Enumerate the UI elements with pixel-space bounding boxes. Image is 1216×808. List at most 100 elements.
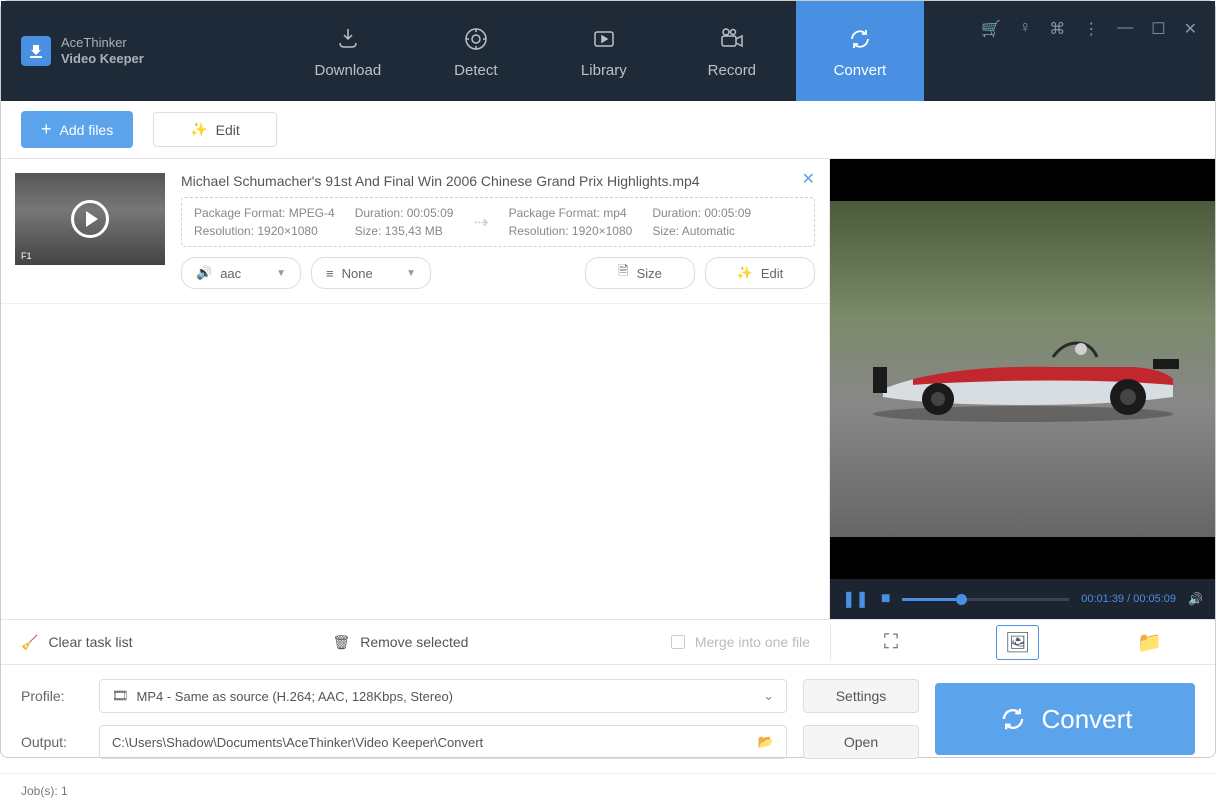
tab-library[interactable]: Library (540, 1, 668, 101)
plus-icon: + (41, 119, 52, 140)
options-row: 🔊 aac ▼ ≡ None ▼ 🗎 Size ✨ (181, 257, 815, 289)
src-resolution: Resolution: 1920×1080 (194, 224, 335, 238)
file-title: Michael Schumacher's 91st And Final Win … (181, 173, 815, 189)
close-icon[interactable]: ✕ (1184, 19, 1197, 39)
remove-item-button[interactable]: ✕ (802, 169, 815, 189)
tab-label: Convert (834, 62, 887, 79)
fullscreen-icon[interactable]: ⛶ (876, 627, 906, 658)
user-icon[interactable]: ♀ (1019, 19, 1031, 39)
snapshot-icon[interactable]: 🖼 (996, 625, 1039, 660)
tab-detect[interactable]: Detect (412, 1, 540, 101)
tab-download[interactable]: Download (284, 1, 412, 101)
subtitle-icon: ≡ (326, 266, 334, 281)
play-overlay-icon (71, 200, 109, 238)
video-preview[interactable] (830, 201, 1215, 537)
chevron-down-icon: ▼ (406, 268, 416, 279)
audio-icon: 🔊 (196, 265, 212, 281)
merge-label: Merge into one file (695, 634, 810, 650)
merge-checkbox[interactable]: Merge into one file (671, 634, 810, 650)
browse-folder-icon[interactable]: 📂 (758, 734, 774, 750)
chevron-down-icon: ⌄ (763, 688, 774, 704)
logo-block: AceThinker Video Keeper (1, 1, 164, 101)
subtitle-value: None (342, 266, 373, 281)
src-duration: Duration: 00:05:09 (355, 206, 454, 220)
preview-tools: ⛶ 🖼 📁 (830, 625, 1215, 660)
stop-button[interactable]: ■ (881, 590, 891, 608)
source-meta-2: Duration: 00:05:09 Size: 135,43 MB (355, 206, 454, 238)
size-label: Size (637, 266, 662, 281)
app-name-line2: Video Keeper (61, 51, 144, 67)
tab-record[interactable]: Record (668, 1, 796, 101)
conversion-meta: Package Format: MPEG-4 Resolution: 1920×… (181, 197, 815, 247)
record-icon (717, 24, 747, 54)
library-icon (589, 24, 619, 54)
profile-label: Profile: (21, 688, 83, 704)
subtitle-dropdown[interactable]: ≡ None ▼ (311, 257, 431, 289)
convert-label: Convert (1041, 704, 1132, 735)
profile-value: MP4 - Same as source (H.264; AAC, 128Kbp… (137, 689, 453, 704)
pause-button[interactable]: ❚❚ (842, 589, 869, 609)
dst-package: Package Format: mp4 (509, 206, 633, 220)
clear-label: Clear task list (48, 634, 132, 650)
arrow-right-icon: ⇢ (473, 212, 488, 233)
preview-panel: ❚❚ ■ 00:01:39 / 00:05:09 🔊 (830, 159, 1215, 619)
dst-size: Size: Automatic (652, 224, 751, 238)
tab-label: Library (581, 62, 627, 79)
output-path-field[interactable]: C:\Users\Shadow\Documents\AceThinker\Vid… (99, 725, 787, 759)
download-icon (333, 24, 363, 54)
wand-icon: ✨ (737, 265, 753, 281)
f1-badge: F1 (21, 251, 32, 261)
edit-button[interactable]: ✨ Edit (153, 112, 277, 147)
minimize-icon[interactable]: ― (1117, 19, 1133, 39)
more-icon[interactable]: ⋮ (1083, 19, 1099, 39)
seek-bar[interactable] (902, 598, 1069, 601)
status-bar: Job(s): 1 (1, 774, 1215, 808)
item-edit-button[interactable]: ✨ Edit (705, 257, 815, 289)
remove-label: Remove selected (360, 634, 468, 650)
add-files-button[interactable]: + Add files (21, 111, 133, 148)
size-button[interactable]: 🗎 Size (585, 257, 695, 289)
dst-duration: Duration: 00:05:09 (652, 206, 751, 220)
output-value: C:\Users\Shadow\Documents\AceThinker\Vid… (112, 735, 483, 750)
open-button[interactable]: Open (803, 725, 919, 759)
profile-dropdown[interactable]: 🎞 MP4 - Same as source (H.264; AAC, 128K… (99, 679, 787, 713)
item-edit-label: Edit (761, 266, 783, 281)
seek-knob[interactable] (956, 594, 967, 605)
file-list: ✕ F1 Michael Schumacher's 91st And Final… (1, 159, 830, 619)
maximize-icon[interactable]: ☐ (1151, 19, 1165, 39)
clear-task-list-button[interactable]: 🧹 Clear task list (21, 634, 132, 651)
playback-time: 00:01:39 / 00:05:09 (1081, 593, 1176, 605)
list-actions: 🧹 Clear task list 🗑 Remove selected Merg… (1, 634, 830, 651)
racecar-illustration (853, 309, 1193, 429)
wand-icon: ✨ (190, 121, 207, 138)
audio-codec-dropdown[interactable]: 🔊 aac ▼ (181, 257, 301, 289)
dest-meta-2: Duration: 00:05:09 Size: Automatic (652, 206, 751, 238)
window-controls: 🛒 ♀ ⌘ ⋮ ― ☐ ✕ (981, 19, 1197, 39)
tab-convert[interactable]: Convert (796, 1, 924, 101)
convert-button[interactable]: Convert (935, 683, 1195, 755)
action-toolbar: + Add files ✨ Edit (1, 101, 1215, 159)
video-thumbnail[interactable]: F1 (15, 173, 165, 265)
volume-button[interactable]: 🔊 (1188, 592, 1203, 606)
dst-resolution: Resolution: 1920×1080 (509, 224, 633, 238)
job-count: Job(s): 1 (21, 784, 68, 798)
app-title: AceThinker Video Keeper (61, 35, 144, 66)
video-format-icon: 🎞 (112, 688, 129, 704)
app-logo-icon (21, 36, 51, 66)
settings-button[interactable]: Settings (803, 679, 919, 713)
convert-icon (845, 24, 875, 54)
preview-letterbox-top (830, 159, 1215, 201)
menu-icon[interactable]: ⌘ (1049, 19, 1065, 39)
open-folder-icon[interactable]: 📁 (1129, 626, 1170, 659)
dest-meta: Package Format: mp4 Resolution: 1920×108… (509, 206, 633, 238)
remove-selected-button[interactable]: 🗑 Remove selected (332, 634, 468, 651)
src-size: Size: 135,43 MB (355, 224, 454, 238)
cart-icon[interactable]: 🛒 (981, 19, 1001, 39)
chevron-down-icon: ▼ (276, 268, 286, 279)
tab-label: Download (315, 62, 382, 79)
audio-value: aac (220, 266, 241, 281)
main-tabs: Download Detect Library Record Convert (284, 1, 924, 101)
app-header: AceThinker Video Keeper Download Detect … (1, 1, 1215, 101)
src-package: Package Format: MPEG-4 (194, 206, 335, 220)
trash-icon: 🗑 (332, 634, 350, 651)
